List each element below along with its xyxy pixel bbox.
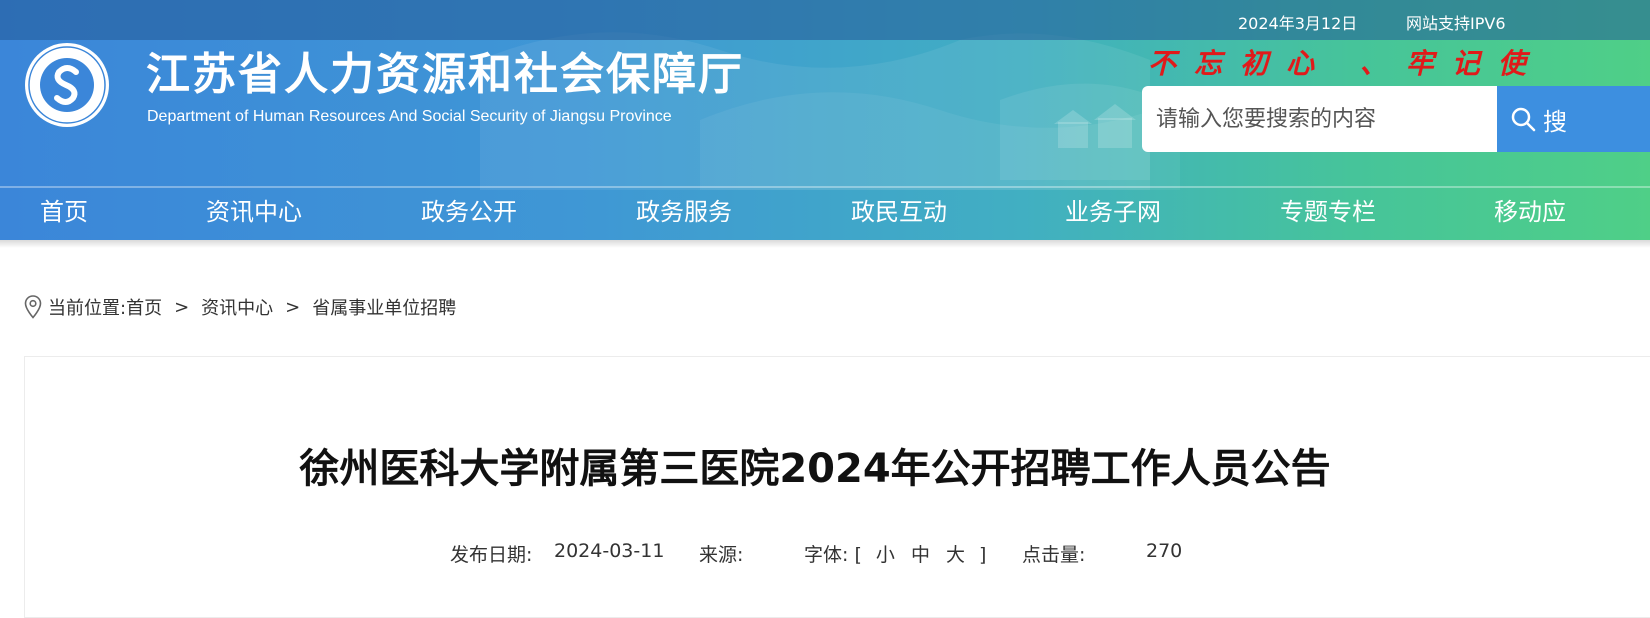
breadcrumb-prefix: 当前位置:	[48, 298, 127, 319]
breadcrumb-home[interactable]: 首页	[126, 294, 162, 320]
publish-date: 2024-03-11	[554, 540, 665, 562]
font-size-label: 字体:	[804, 544, 849, 566]
site-title: 江苏省人力资源和社会保障厅	[146, 49, 744, 100]
nav-item-topics[interactable]: 专题专栏	[1280, 192, 1376, 227]
department-logo[interactable]	[24, 42, 110, 128]
ipv6-badge: 网站支持IPV6	[1406, 14, 1506, 33]
publish-date-label: 发布日期:	[450, 544, 533, 566]
main-nav: 首页 资讯中心 政务公开 政务服务 政民互动 业务子网 专题专栏 移动应	[0, 188, 1650, 240]
site-subtitle: Department of Human Resources And Social…	[147, 108, 672, 125]
nav-item-services[interactable]: 政务服务	[636, 192, 732, 227]
breadcrumb-separator: >	[285, 296, 301, 318]
article-title: 徐州医科大学附属第三医院2024年公开招聘工作人员公告	[299, 446, 1331, 492]
current-date: 2024年3月12日	[1238, 14, 1358, 33]
breadcrumb-separator: >	[174, 296, 190, 318]
nav-item-home[interactable]: 首页	[40, 192, 88, 227]
views-label: 点击量:	[1022, 544, 1086, 566]
search-box	[1142, 86, 1497, 152]
slogan: 不忘初心 、牢记使	[1148, 47, 1544, 80]
location-pin-icon	[24, 295, 42, 319]
source-label: 来源:	[699, 544, 744, 566]
font-medium-button[interactable]: 中	[911, 544, 930, 566]
font-bracket-open: [	[854, 544, 862, 566]
font-bracket-close: ]	[979, 544, 987, 566]
header-shadow	[0, 240, 1650, 248]
nav-item-business-sites[interactable]: 业务子网	[1065, 192, 1161, 227]
top-bar: 2024年3月12日 网站支持IPV6	[0, 0, 1650, 40]
search-icon	[1511, 107, 1536, 132]
font-small-button[interactable]: 小	[876, 544, 895, 566]
breadcrumb-current[interactable]: 省属事业单位招聘	[312, 294, 456, 320]
font-size-control: 字体: [ 小中大 ]	[804, 540, 986, 567]
breadcrumb-news[interactable]: 资讯中心	[201, 294, 273, 320]
breadcrumb: 当前位置: 首页 > 资讯中心 > 省属事业单位招聘	[24, 294, 456, 320]
nav-item-news[interactable]: 资讯中心	[206, 192, 302, 227]
search-button-label: 搜	[1543, 107, 1567, 136]
views-count: 270	[1146, 540, 1183, 562]
site-header: 2024年3月12日 网站支持IPV6 江苏省人力资源和社会保障厅 Depart…	[0, 0, 1650, 240]
nav-item-mobile[interactable]: 移动应	[1494, 192, 1566, 227]
nav-item-interaction[interactable]: 政民互动	[851, 192, 947, 227]
nav-item-government-affairs[interactable]: 政务公开	[421, 192, 517, 227]
search-input[interactable]	[1142, 86, 1496, 152]
search-button[interactable]: 搜	[1497, 86, 1650, 152]
font-large-button[interactable]: 大	[946, 544, 965, 566]
